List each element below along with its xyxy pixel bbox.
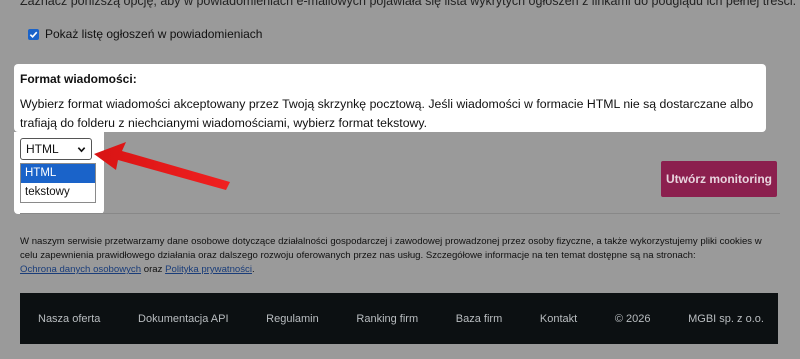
footer-link-company-db[interactable]: Baza firm bbox=[456, 313, 502, 325]
format-description: Wybierz format wiadomości akceptowany pr… bbox=[20, 97, 754, 130]
footer-link-terms[interactable]: Regulamin bbox=[266, 313, 319, 325]
footer-link-ranking[interactable]: Ranking firm bbox=[356, 313, 418, 325]
footer-link-contact[interactable]: Kontakt bbox=[540, 313, 577, 325]
red-arrow-annotation bbox=[94, 142, 230, 190]
format-option-text[interactable]: tekstowy bbox=[21, 183, 95, 202]
privacy-notice: W naszym serwisie przetwarzamy dane osob… bbox=[20, 235, 780, 277]
footer: Nasza oferta Dokumentacja API Regulamin … bbox=[20, 293, 778, 344]
divider bbox=[20, 213, 780, 214]
show-list-label: Pokaż listę ogłoszeń w powiadomieniach bbox=[45, 27, 263, 41]
chevron-down-icon bbox=[77, 146, 86, 152]
format-select[interactable]: HTML bbox=[20, 138, 92, 160]
privacy-end: . bbox=[252, 264, 255, 275]
privacy-connector: oraz bbox=[143, 264, 163, 275]
footer-link-offer[interactable]: Nasza oferta bbox=[38, 313, 100, 325]
create-monitoring-button[interactable]: Utwórz monitoring bbox=[661, 161, 777, 197]
format-option-html[interactable]: HTML bbox=[21, 164, 95, 183]
format-select-value: HTML bbox=[26, 142, 59, 156]
intro-text: Zaznacz poniższą opcję, aby w powiadomie… bbox=[20, 0, 797, 8]
format-dropdown: HTML tekstowy bbox=[20, 163, 96, 203]
footer-company[interactable]: MGBI sp. z o.o. bbox=[688, 313, 764, 325]
footer-copyright: © 2026 bbox=[614, 312, 651, 325]
format-section: Format wiadomości: Wybierz format wiadom… bbox=[14, 64, 766, 132]
show-list-option[interactable]: Pokaż listę ogłoszeń w powiadomieniach bbox=[28, 27, 262, 41]
format-title: Format wiadomości: bbox=[20, 72, 137, 86]
show-list-checkbox[interactable] bbox=[28, 28, 39, 40]
privacy-link-data-protection[interactable]: Ochrona danych osobowych bbox=[20, 264, 141, 275]
privacy-link-policy[interactable]: Polityka prywatności bbox=[165, 264, 252, 275]
footer-link-api-docs[interactable]: Dokumentacja API bbox=[138, 313, 229, 325]
format-select-panel: HTML HTML tekstowy bbox=[14, 132, 104, 214]
checkmark-icon bbox=[29, 31, 38, 38]
privacy-text: W naszym serwisie przetwarzamy dane osob… bbox=[20, 236, 762, 261]
